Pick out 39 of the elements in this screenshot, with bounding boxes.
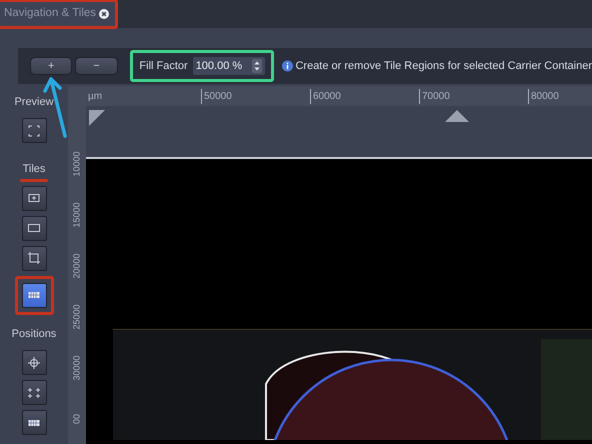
fill-factor-label: Fill Factor (139, 58, 188, 74)
fill-factor-field[interactable]: 100.00 % (192, 56, 265, 76)
tab[interactable]: Navigation & Tiles (0, 0, 115, 28)
ruler-label: 80000 (528, 89, 559, 104)
tool-button[interactable] (22, 216, 46, 240)
ruler-label: 70000 (419, 89, 450, 104)
tool-button[interactable] (22, 282, 46, 308)
crop-icon (26, 250, 42, 266)
section-label: Preview (14, 96, 54, 108)
tool-button[interactable] (22, 246, 46, 270)
tool-button[interactable] (22, 380, 46, 405)
frame-icon (26, 122, 42, 138)
ruler-label: 25000 (70, 304, 82, 330)
toolbar-button[interactable]: − (75, 57, 118, 75)
triangle-marker-icon[interactable] (445, 110, 469, 122)
section-label: Positions (12, 328, 56, 340)
tab-title: Navigation & Tiles (4, 6, 96, 22)
crosshair-icon (26, 354, 42, 370)
info-icon (282, 60, 293, 72)
ruler-label: 30000 (70, 354, 82, 380)
ruler-label: 50000 (201, 89, 232, 104)
tool-button[interactable] (22, 186, 46, 210)
info-text: Create or remove Tile Regions for selected Carrier Container (295, 58, 592, 74)
section-label: Tiles (22, 163, 46, 175)
ruler-unit: µm (88, 90, 102, 104)
fill-factor-control[interactable]: Fill Factor 100.00 % (134, 54, 270, 78)
ruler-label: 15000 (70, 202, 82, 228)
toolbar-button[interactable]: + (30, 57, 72, 75)
corner-marker-icon[interactable] (89, 110, 105, 126)
ruler-label: 60000 (310, 89, 341, 104)
tool-button[interactable] (22, 350, 46, 375)
tool-button[interactable] (22, 118, 46, 143)
close-icon[interactable] (98, 9, 109, 19)
ruler-label: 20000 (70, 252, 82, 278)
tool-button[interactable] (22, 410, 46, 435)
ruler-label: 10000 (70, 150, 82, 176)
ruler-label: 00 (70, 414, 82, 424)
spinner-icon[interactable] (252, 59, 262, 73)
fill-factor-value: 100.00 % (196, 58, 242, 74)
